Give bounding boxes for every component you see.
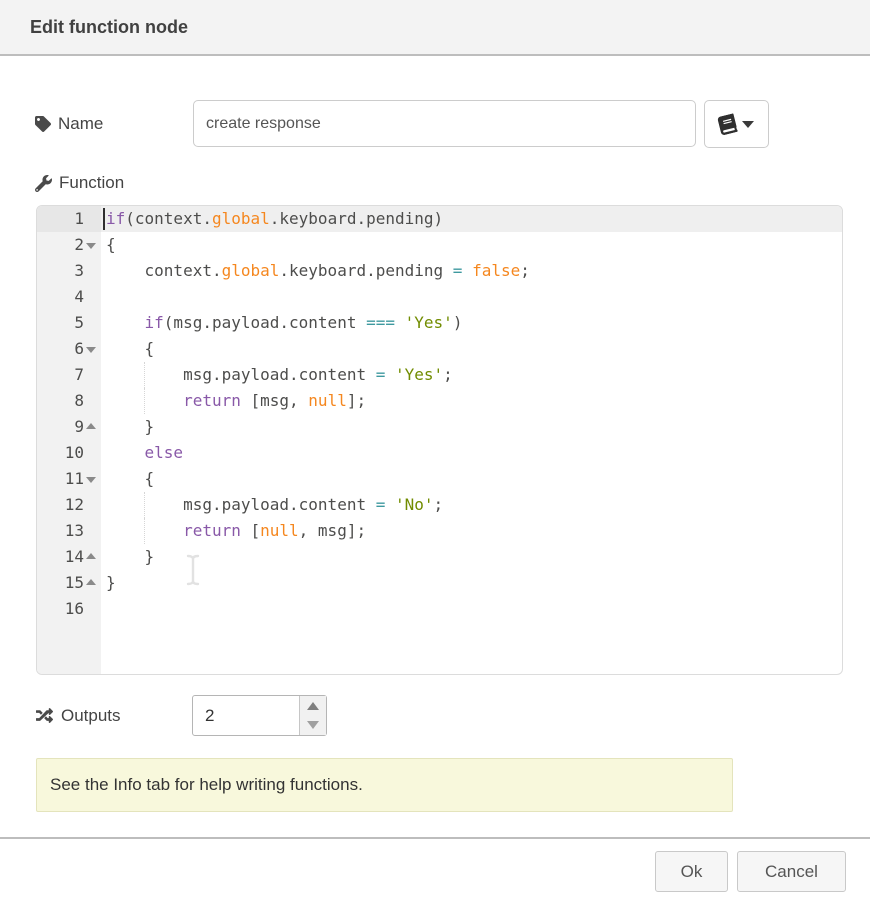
code-line[interactable]: 12 msg.payload.content = 'No'; xyxy=(37,492,842,518)
name-label-text: Name xyxy=(58,114,103,134)
book-icon xyxy=(719,115,736,134)
code-text[interactable]: { xyxy=(101,232,842,258)
name-label: Name xyxy=(35,100,103,147)
gutter-line-number: 14 xyxy=(37,544,101,570)
gutter-line-number: 7 xyxy=(37,362,101,388)
code-line[interactable]: 9 } xyxy=(37,414,842,440)
code-text[interactable]: return [msg, null]; xyxy=(101,388,842,414)
code-line[interactable]: 8 return [msg, null]; xyxy=(37,388,842,414)
tag-icon xyxy=(35,116,51,132)
code-line[interactable]: 6 { xyxy=(37,336,842,362)
gutter-line-number: 9 xyxy=(37,414,101,440)
code-line[interactable]: 14 } xyxy=(37,544,842,570)
code-rows: 1if(context.global.keyboard.pending)2{3 … xyxy=(37,206,842,622)
code-text[interactable]: } xyxy=(101,414,842,440)
code-line[interactable]: 1if(context.global.keyboard.pending) xyxy=(37,206,842,232)
indent-guide xyxy=(144,518,145,544)
gutter-line-number: 5 xyxy=(37,310,101,336)
spinner-up-button[interactable] xyxy=(300,696,326,716)
code-text[interactable] xyxy=(101,284,842,310)
code-line[interactable]: 3 context.global.keyboard.pending = fals… xyxy=(37,258,842,284)
gutter-line-number: 3 xyxy=(37,258,101,284)
caret-down-icon xyxy=(307,721,319,729)
code-text[interactable]: { xyxy=(101,466,842,492)
code-line[interactable]: 4 xyxy=(37,284,842,310)
gutter-line-number: 4 xyxy=(37,284,101,310)
code-line[interactable]: 2{ xyxy=(37,232,842,258)
gutter-line-number: 15 xyxy=(37,570,101,596)
function-label-text: Function xyxy=(59,173,124,193)
ok-button[interactable]: Ok xyxy=(655,851,728,892)
name-input[interactable] xyxy=(193,100,696,147)
code-text[interactable]: else xyxy=(101,440,842,466)
code-text[interactable]: } xyxy=(101,570,842,596)
cancel-button[interactable]: Cancel xyxy=(737,851,846,892)
fold-up-icon[interactable] xyxy=(86,553,96,559)
gutter-line-number: 6 xyxy=(37,336,101,362)
outputs-label: Outputs xyxy=(35,695,121,736)
code-line[interactable]: 16 xyxy=(37,596,842,622)
fold-down-icon[interactable] xyxy=(86,243,96,249)
gutter-line-number: 13 xyxy=(37,518,101,544)
gutter-line-number: 8 xyxy=(37,388,101,414)
indent-guide xyxy=(144,362,145,388)
gutter-line-number: 11 xyxy=(37,466,101,492)
footer-divider xyxy=(0,837,870,839)
code-text[interactable]: context.global.keyboard.pending = false; xyxy=(101,258,842,284)
code-text[interactable]: return [null, msg]; xyxy=(101,518,842,544)
code-line[interactable]: 10 else xyxy=(37,440,842,466)
outputs-label-text: Outputs xyxy=(61,706,121,726)
code-text[interactable] xyxy=(101,596,842,622)
fold-down-icon[interactable] xyxy=(86,477,96,483)
code-line[interactable]: 15} xyxy=(37,570,842,596)
function-code-editor[interactable]: 1if(context.global.keyboard.pending)2{3 … xyxy=(36,205,843,675)
indent-guide xyxy=(144,492,145,518)
outputs-input[interactable] xyxy=(193,696,299,735)
function-label: Function xyxy=(35,168,124,198)
dialog-header: Edit function node xyxy=(0,0,870,56)
outputs-spinner xyxy=(192,695,327,736)
gutter-line-number: 2 xyxy=(37,232,101,258)
spinner-buttons xyxy=(299,696,326,735)
editor-caret xyxy=(103,208,105,230)
code-line[interactable]: 13 return [null, msg]; xyxy=(37,518,842,544)
code-text[interactable]: if(context.global.keyboard.pending) xyxy=(101,206,842,232)
indent-guide xyxy=(144,388,145,414)
code-text[interactable]: } xyxy=(101,544,842,570)
code-text[interactable]: msg.payload.content = 'Yes'; xyxy=(101,362,842,388)
spinner-down-button[interactable] xyxy=(300,716,326,736)
mouse-text-cursor xyxy=(184,553,202,595)
fold-down-icon[interactable] xyxy=(86,347,96,353)
fold-up-icon[interactable] xyxy=(86,579,96,585)
gutter-line-number: 12 xyxy=(37,492,101,518)
gutter-line-number: 16 xyxy=(37,596,101,622)
form-tip: See the Info tab for help writing functi… xyxy=(36,758,733,812)
code-line[interactable]: 5 if(msg.payload.content === 'Yes') xyxy=(37,310,842,336)
form-tip-text: See the Info tab for help writing functi… xyxy=(50,775,363,795)
library-button[interactable] xyxy=(704,100,769,148)
dialog-title: Edit function node xyxy=(30,0,188,54)
code-text[interactable]: msg.payload.content = 'No'; xyxy=(101,492,842,518)
code-line[interactable]: 11 { xyxy=(37,466,842,492)
gutter-line-number: 10 xyxy=(37,440,101,466)
shuffle-icon xyxy=(35,707,54,724)
code-line[interactable]: 7 msg.payload.content = 'Yes'; xyxy=(37,362,842,388)
caret-up-icon xyxy=(307,702,319,710)
fold-up-icon[interactable] xyxy=(86,423,96,429)
code-text[interactable]: if(msg.payload.content === 'Yes') xyxy=(101,310,842,336)
caret-down-icon xyxy=(742,121,754,128)
code-text[interactable]: { xyxy=(101,336,842,362)
gutter-line-number: 1 xyxy=(37,206,101,232)
wrench-icon xyxy=(35,175,52,192)
